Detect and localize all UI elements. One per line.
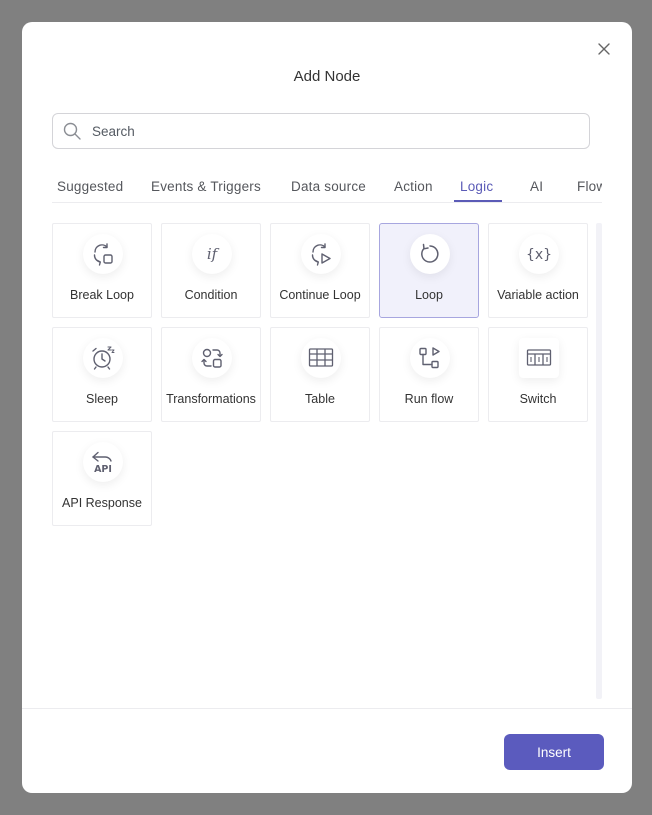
tab-ai[interactable]: AI: [530, 178, 543, 196]
icon-bubble: [192, 338, 232, 378]
close-icon: [598, 43, 610, 55]
if-condition-icon: if: [207, 245, 220, 263]
node-card-transformations[interactable]: Transformations: [161, 327, 261, 422]
tab-flow[interactable]: Flow: [577, 178, 602, 196]
add-node-dialog: Add Node Suggested Events & Triggers Dat…: [22, 22, 632, 793]
node-label: Transformations: [166, 392, 256, 406]
icon-bubble: [410, 234, 450, 274]
active-tab-indicator: [454, 200, 502, 202]
svg-text:{x}: {x}: [526, 247, 552, 263]
dialog-title: Add Node: [293, 68, 361, 85]
svg-text:API: API: [94, 464, 112, 475]
icon-bubble: {x}: [519, 234, 559, 274]
tab-data-source[interactable]: Data source: [291, 178, 366, 196]
tab-logic[interactable]: Logic: [460, 178, 493, 196]
svg-text:if: if: [207, 245, 220, 263]
switch-icon: [526, 349, 552, 366]
search-icon: [63, 122, 81, 140]
node-grid: Break Loop if Condition Continue Loop Lo…: [52, 223, 592, 703]
node-label: Variable action: [497, 288, 579, 302]
node-card-condition[interactable]: if Condition: [161, 223, 261, 318]
node-card-api-response[interactable]: API API Response: [52, 431, 152, 526]
transform-icon: [201, 348, 223, 368]
search-box[interactable]: [52, 113, 590, 149]
icon-bubble: [83, 338, 123, 378]
continue-loop-icon: [311, 243, 331, 266]
search-input[interactable]: [92, 114, 572, 148]
category-tabs: Suggested Events & Triggers Data source …: [52, 172, 602, 203]
api-response-icon: API: [92, 451, 112, 475]
node-card-continue-loop[interactable]: Continue Loop: [270, 223, 370, 318]
icon-bubble: API: [83, 442, 123, 482]
node-card-variable-action[interactable]: {x} Variable action: [488, 223, 588, 318]
node-card-sleep[interactable]: Sleep: [52, 327, 152, 422]
node-label: Condition: [184, 288, 238, 302]
alarm-clock-icon: [92, 346, 115, 370]
close-button[interactable]: [596, 41, 612, 57]
node-label: Run flow: [404, 392, 454, 406]
grid-scrollbar[interactable]: [596, 223, 602, 699]
node-label: Switch: [519, 392, 557, 406]
tab-action[interactable]: Action: [394, 178, 433, 196]
table-icon: [308, 348, 334, 367]
icon-bubble: [83, 234, 123, 274]
node-label: Sleep: [86, 392, 118, 406]
tab-events-triggers[interactable]: Events & Triggers: [151, 178, 261, 196]
run-flow-icon: [419, 347, 440, 369]
node-card-break-loop[interactable]: Break Loop: [52, 223, 152, 318]
icon-bubble: [519, 338, 559, 378]
node-card-table[interactable]: Table: [270, 327, 370, 422]
loop-icon: [421, 243, 439, 263]
icon-bubble: if: [192, 234, 232, 274]
node-label: Break Loop: [70, 288, 134, 302]
node-card-switch[interactable]: Switch: [488, 327, 588, 422]
node-card-run-flow[interactable]: Run flow: [379, 327, 479, 422]
icon-bubble: [410, 338, 450, 378]
node-label: Continue Loop: [279, 288, 361, 302]
node-card-loop[interactable]: Loop: [379, 223, 479, 318]
node-label: Loop: [415, 288, 443, 302]
variable-icon: {x}: [526, 247, 552, 263]
insert-button[interactable]: Insert: [504, 734, 604, 770]
node-label: Table: [305, 392, 335, 406]
icon-bubble: [301, 338, 341, 378]
icon-bubble: [301, 234, 341, 274]
break-loop-icon: [93, 243, 113, 266]
node-label: API Response: [62, 496, 142, 510]
tab-suggested[interactable]: Suggested: [57, 178, 123, 196]
footer-divider: [22, 708, 632, 709]
